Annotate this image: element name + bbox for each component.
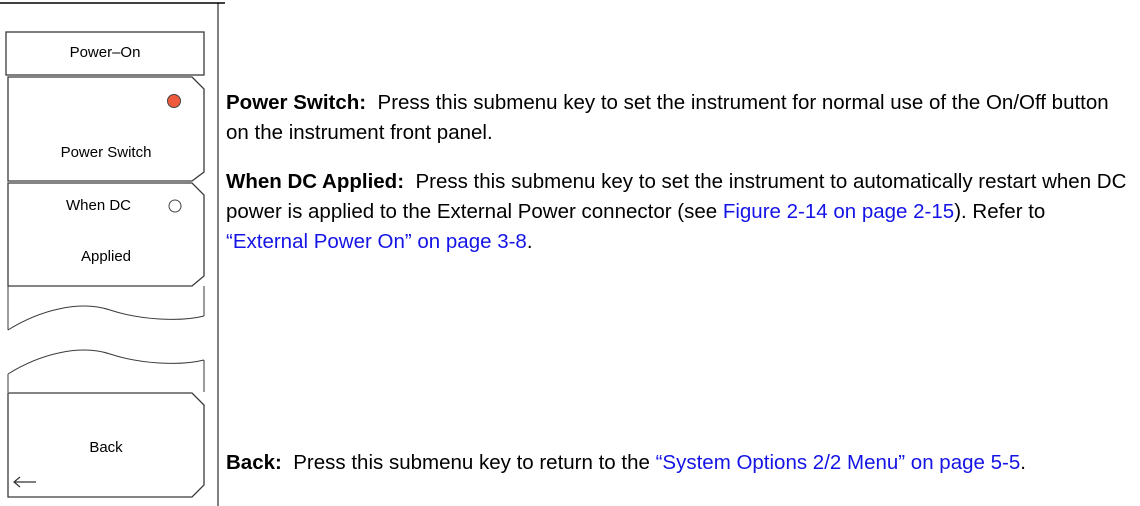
system-options-menu-link[interactable]: “System Options 2/2 Menu” on page 5-5 xyxy=(656,451,1021,474)
when-dc-applied-key[interactable]: When DC xyxy=(66,197,156,214)
external-power-on-link[interactable]: “External Power On” on page 3-8 xyxy=(226,230,527,253)
power-switch-description: Power Switch: Press this submenu key to … xyxy=(226,88,1131,148)
back-key-label: Back xyxy=(89,439,123,456)
when-dc-applied-term: When DC Applied: xyxy=(226,170,405,193)
when-dc-applied-text-end: . xyxy=(526,230,533,253)
menu-title: Power–On xyxy=(69,44,141,61)
when-dc-applied-key-line2-wrap: Applied xyxy=(8,248,204,265)
power-switch-key[interactable]: Power Switch xyxy=(8,144,204,161)
power-switch-key-label: Power Switch xyxy=(60,144,152,161)
back-text-before: Press this submenu key to return to the xyxy=(293,451,656,474)
back-arrow-icon xyxy=(13,476,36,488)
when-dc-applied-description: When DC Applied: Press this submenu key … xyxy=(226,167,1131,257)
figure-2-14-link[interactable]: Figure 2-14 on page 2-15 xyxy=(723,200,954,223)
selected-radio-icon xyxy=(167,94,181,108)
power-switch-key-shape xyxy=(7,76,205,182)
back-key[interactable]: Back xyxy=(8,439,204,456)
break-wave-bottom xyxy=(7,349,205,375)
back-description: Back: Press this submenu key to return t… xyxy=(226,448,1131,478)
power-switch-term: Power Switch: xyxy=(226,91,367,114)
unselected-radio-icon xyxy=(168,199,182,213)
back-term: Back: xyxy=(226,451,282,474)
back-text-end: . xyxy=(1020,451,1026,474)
when-dc-applied-key-label-line2: Applied xyxy=(80,248,132,265)
when-dc-applied-text-middle: ). Refer to xyxy=(954,200,1046,223)
break-wave-top xyxy=(7,305,205,331)
when-dc-applied-key-label-line1: When DC xyxy=(66,197,132,214)
